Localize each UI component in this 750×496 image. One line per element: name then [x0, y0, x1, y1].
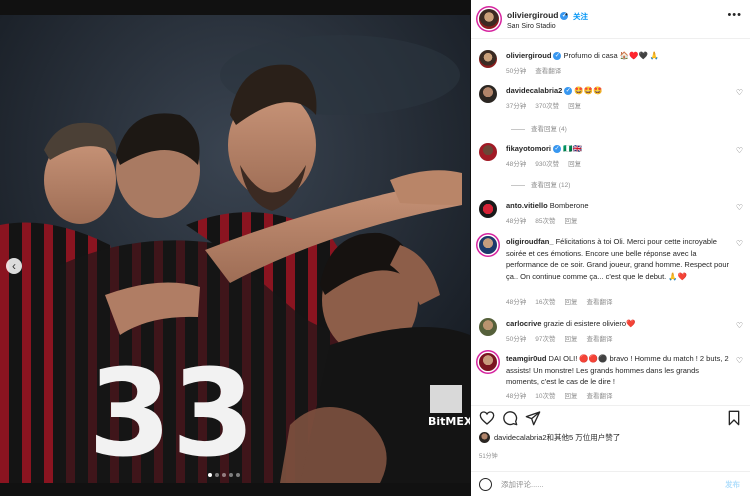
comment-likes[interactable]: 930次赞	[535, 158, 559, 168]
bookmark-icon[interactable]	[726, 410, 742, 426]
comment-likes[interactable]: 97次赞	[535, 333, 555, 343]
comment-time: 48分钟	[506, 393, 527, 400]
separator-dot: •	[565, 10, 568, 19]
comment-text: 🤩🤩🤩	[574, 86, 603, 95]
reply-button[interactable]: 回复	[568, 158, 581, 168]
translate-link[interactable]: 查看翻译	[586, 390, 612, 400]
view-replies-link[interactable]: 查看回复 (12)	[511, 179, 570, 189]
comment-icon[interactable]	[502, 410, 518, 426]
comment-text: 🇳🇬🇬🇧	[563, 144, 582, 153]
comment-time: 48分钟	[506, 299, 527, 306]
heart-icon[interactable]	[479, 410, 495, 426]
translate-link[interactable]: 查看翻译	[535, 65, 561, 75]
comment-input[interactable]: 添加评论......	[501, 479, 544, 490]
commenter-avatar[interactable]	[479, 200, 497, 218]
share-icon[interactable]	[525, 410, 541, 426]
author-avatar[interactable]	[479, 9, 499, 29]
comment-time: 50分钟	[506, 336, 527, 343]
commenter-avatar[interactable]	[479, 236, 497, 254]
translate-link[interactable]: 查看翻译	[586, 333, 612, 343]
commenter-avatar[interactable]	[479, 85, 497, 103]
post-time: 51分钟	[479, 454, 498, 460]
comment-text: grazie di esistere oliviero❤️	[543, 319, 636, 328]
comment-username[interactable]: anto.vitiello	[506, 201, 548, 210]
reply-button[interactable]: 回复	[564, 333, 577, 343]
more-options-icon[interactable]: •••	[727, 9, 742, 21]
like-comment-icon[interactable]: ♡	[736, 356, 743, 365]
verified-icon: ✓	[564, 87, 573, 96]
emoji-icon[interactable]	[479, 478, 492, 491]
like-comment-icon[interactable]: ♡	[736, 146, 743, 155]
post-header: oliviergiroud ✓ • 关注 San Siro Stadio •••	[471, 0, 750, 39]
likes-text[interactable]: davidecalabria2和其他5 万位用户赞了	[494, 432, 620, 443]
comment-time: 37分钟	[506, 103, 527, 110]
comment-likes[interactable]: 16次赞	[535, 296, 555, 306]
likes-summary[interactable]: davidecalabria2和其他5 万位用户赞了	[479, 432, 620, 443]
add-comment-bar: 添加评论...... 发布	[471, 471, 750, 496]
view-replies-link[interactable]: 查看回复 (4)	[511, 123, 567, 133]
comment-time: 50分钟	[506, 68, 527, 75]
liker-avatar	[479, 432, 490, 443]
comment-username[interactable]: oligiroudfan_	[506, 237, 554, 246]
commenter-avatar[interactable]	[479, 318, 497, 336]
author-avatar-small[interactable]	[479, 50, 497, 68]
commenter-avatar[interactable]	[479, 143, 497, 161]
reply-button[interactable]: 回复	[564, 215, 577, 225]
comment-username[interactable]: fikayotomori	[506, 144, 551, 153]
verified-icon: ✓	[553, 52, 562, 61]
reply-button[interactable]: 回复	[564, 296, 577, 306]
like-comment-icon[interactable]: ♡	[736, 88, 743, 97]
comment-likes[interactable]: 370次赞	[535, 100, 559, 110]
comment-username[interactable]: davidecalabria2	[506, 86, 562, 95]
jersey-number: 33	[88, 345, 255, 483]
comment-time: 48分钟	[506, 218, 527, 225]
like-comment-icon[interactable]: ♡	[736, 239, 743, 248]
sponsor-text: BitMEX	[428, 415, 470, 428]
comment-text: Bomberone	[549, 201, 589, 210]
comments-list: oliviergiroud ✓ Profumo di casa 🏠♥️🖤 🙏 50…	[471, 40, 750, 402]
translate-link[interactable]: 查看翻译	[586, 296, 612, 306]
post-photo: 33 BitMEX ‹	[0, 15, 470, 483]
post-comment-button[interactable]: 发布	[725, 479, 740, 490]
like-comment-icon[interactable]: ♡	[736, 203, 743, 212]
follow-button[interactable]: 关注	[573, 11, 588, 22]
caption-text: Profumo di casa 🏠♥️🖤 🙏	[563, 51, 660, 60]
comment-username[interactable]: oliviergiroud	[506, 51, 551, 60]
verified-icon: ✓	[553, 145, 562, 154]
reply-button[interactable]: 回复	[568, 100, 581, 110]
comment-username[interactable]: teamgir0ud	[506, 354, 546, 363]
location-link[interactable]: San Siro Stadio	[507, 23, 556, 30]
previous-image-button[interactable]: ‹	[6, 258, 22, 274]
author-username[interactable]: oliviergiroud ✓	[507, 10, 569, 20]
carousel-dots	[208, 473, 240, 477]
like-comment-icon[interactable]: ♡	[736, 321, 743, 330]
comment-likes[interactable]: 85次赞	[535, 215, 555, 225]
comment-username[interactable]: carlocrive	[506, 319, 541, 328]
post-sidebar: oliviergiroud ✓ • 关注 San Siro Stadio ••• …	[471, 0, 750, 496]
commenter-avatar[interactable]	[479, 353, 497, 371]
comment-time: 48分钟	[506, 161, 527, 168]
reply-button[interactable]: 回复	[564, 390, 577, 400]
players-celebration-image: 33 BitMEX	[0, 15, 470, 483]
action-bar	[471, 405, 750, 427]
comment-likes[interactable]: 10次赞	[535, 390, 555, 400]
